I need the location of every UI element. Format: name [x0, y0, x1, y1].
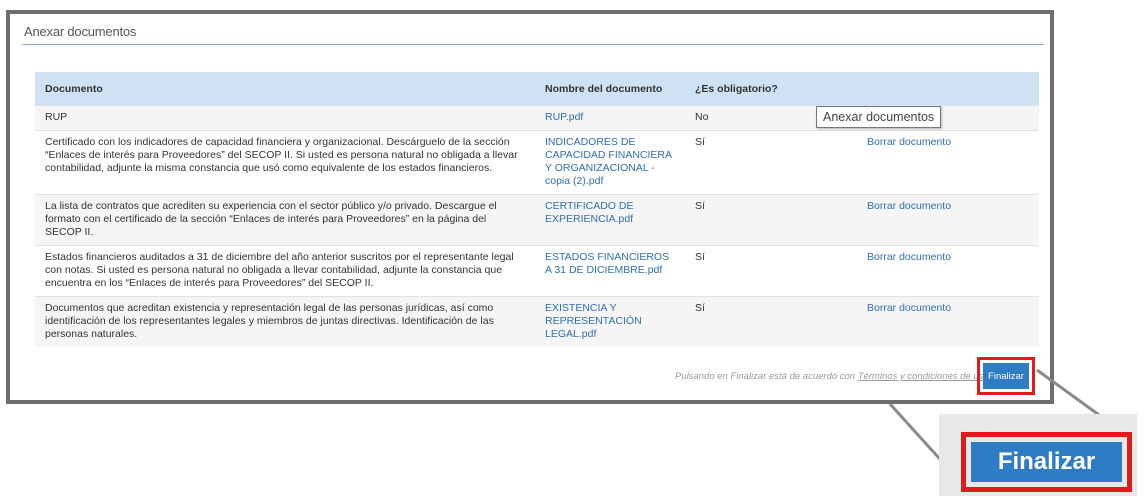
finalize-zoom-highlight: Finalizar [961, 432, 1132, 492]
finalize-button-zoomed[interactable]: Finalizar [971, 442, 1122, 482]
